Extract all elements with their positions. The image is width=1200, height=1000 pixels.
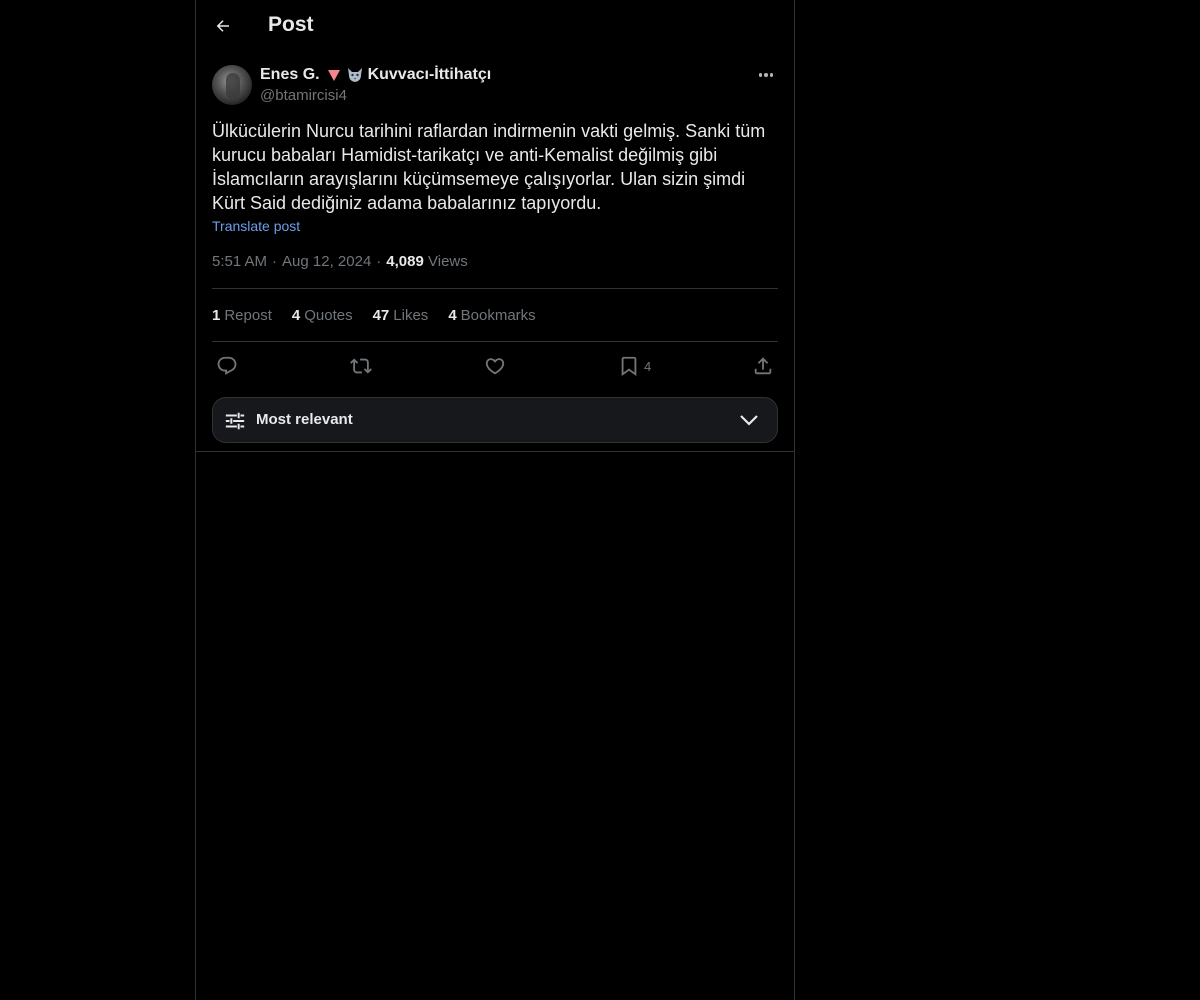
top-bar: Post [196, 0, 794, 53]
repost-button[interactable] [350, 353, 372, 379]
author-handle[interactable]: @btamircisi4 [260, 87, 347, 104]
divider [212, 288, 778, 289]
sort-label: Most relevant [256, 411, 353, 428]
sort-replies-dropdown[interactable]: Most relevant [212, 397, 778, 443]
bookmark-count: 4 [644, 358, 652, 374]
divider [212, 341, 778, 342]
author-name-row[interactable]: Enes G. Kuvvacı-İttihatçı [260, 65, 491, 85]
likes-stat[interactable]: 47 Likes [373, 307, 429, 327]
author-title-suffix[interactable]: Kuvvacı-İttihatçı [368, 66, 492, 84]
section-divider [196, 451, 794, 452]
post-stats: 1 Repost 4 Quotes 47 Likes 4 Bookmarks [212, 307, 536, 327]
wolf-icon [346, 67, 364, 83]
post-time[interactable]: 5:51 AM [212, 253, 267, 270]
back-button[interactable] [208, 11, 238, 41]
more-horizontal-icon [758, 73, 763, 77]
heart-icon [485, 358, 505, 375]
post-text: Ülkücülerin Nurcu tarihini raflardan ind… [212, 121, 766, 213]
arrow-left-icon [216, 20, 229, 32]
post-date[interactable]: Aug 12, 2024 [282, 253, 371, 270]
translate-post-link[interactable]: Translate post [212, 218, 300, 234]
chevron-down-icon [740, 415, 758, 426]
bookmark-button[interactable]: 4 [618, 353, 651, 379]
views-label: Views [428, 253, 468, 270]
red-triangle-icon [327, 69, 340, 81]
repost-icon [350, 358, 372, 374]
action-bar: 4 [212, 353, 778, 379]
page-title: Post [268, 13, 314, 36]
avatar[interactable] [212, 65, 252, 105]
reposts-stat[interactable]: 1 Repost [212, 307, 272, 327]
main-column: Post Enes G. Kuvvacı-İttihatçı @btamirci… [195, 0, 795, 1000]
author-name[interactable]: Enes G. [260, 66, 320, 84]
sliders-icon [225, 412, 245, 430]
views-count: 4,089 [386, 253, 424, 270]
bookmark-icon [621, 356, 637, 377]
quotes-stat[interactable]: 4 Quotes [292, 307, 353, 327]
bookmarks-stat[interactable]: 4 Bookmarks [448, 307, 535, 327]
reply-button[interactable] [216, 353, 238, 379]
more-options-button[interactable] [754, 65, 778, 85]
post-meta: 5:51 AM · Aug 12, 2024 · 4,089 Views [212, 253, 468, 270]
share-icon [754, 357, 772, 375]
like-button[interactable] [484, 353, 506, 379]
share-button[interactable] [752, 353, 774, 379]
reply-icon [217, 356, 237, 375]
